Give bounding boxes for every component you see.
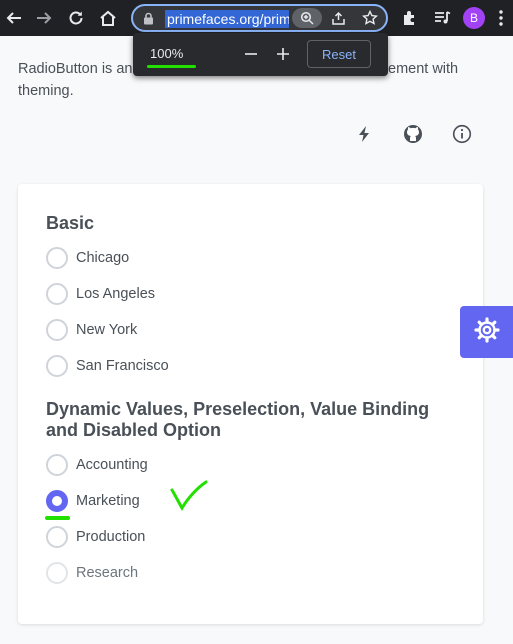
intro-line2: theming. <box>18 83 74 99</box>
radio-label: Accounting <box>76 457 148 473</box>
radio-option-chicago[interactable]: Chicago <box>46 246 129 270</box>
radio-button[interactable] <box>46 355 68 377</box>
forward-arrow-icon[interactable] <box>32 6 56 30</box>
annotation-underline <box>147 65 196 68</box>
intro-line1: RadioButton is an <box>18 61 133 77</box>
star-icon[interactable] <box>361 9 379 31</box>
radio-option-los-angeles[interactable]: Los Angeles <box>46 282 155 306</box>
radio-option-production[interactable]: Production <box>46 525 145 549</box>
radio-label: Production <box>76 529 146 545</box>
reset-zoom-button[interactable]: Reset <box>307 40 371 68</box>
radio-button-disabled <box>46 562 68 584</box>
intro-line1-end: ement with <box>388 61 459 77</box>
radio-label: Research <box>76 565 139 581</box>
radio-label: San Francisco <box>76 358 169 374</box>
info-icon[interactable] <box>451 123 473 145</box>
radio-button[interactable] <box>46 454 68 476</box>
zoom-popup: 100% Reset <box>133 33 388 76</box>
reload-icon[interactable] <box>64 6 88 30</box>
extensions-icon[interactable] <box>398 6 422 30</box>
radio-button-selected[interactable] <box>46 490 68 512</box>
radio-button[interactable] <box>46 526 68 548</box>
basic-section-title: Basic <box>46 213 95 233</box>
radio-label: Marketing <box>76 493 140 509</box>
browser-toolbar: primefaces.org/prim B <box>0 0 513 36</box>
annotation-checkmark-icon <box>170 480 210 517</box>
profile-avatar[interactable]: B <box>463 7 485 29</box>
lock-icon[interactable] <box>143 12 154 30</box>
radio-label: New York <box>76 322 138 338</box>
bolt-icon[interactable] <box>353 123 375 145</box>
dynamic-section-title: Dynamic Values, Preselection, Value Bind… <box>46 399 430 440</box>
zoom-icon[interactable] <box>292 8 322 28</box>
radio-option-marketing[interactable]: Marketing <box>46 489 140 513</box>
github-icon[interactable] <box>402 123 424 145</box>
menu-dots-icon[interactable] <box>489 6 513 30</box>
home-icon[interactable] <box>96 6 120 30</box>
back-arrow-icon[interactable] <box>2 6 26 30</box>
radio-option-san-francisco[interactable]: San Francisco <box>46 354 169 378</box>
radio-button[interactable] <box>46 283 68 305</box>
radio-label: Los Angeles <box>76 286 156 302</box>
radio-button[interactable] <box>46 319 68 341</box>
share-icon[interactable] <box>331 11 346 31</box>
config-gear-button[interactable] <box>460 306 513 358</box>
annotation-underline <box>45 516 70 520</box>
media-icon[interactable] <box>430 6 454 30</box>
radio-demo-card: Basic Chicago Los Angeles New York San F… <box>18 184 483 624</box>
url-text[interactable]: primefaces.org/prim <box>165 10 289 28</box>
radio-option-accounting[interactable]: Accounting <box>46 453 148 477</box>
zoom-level: 100% <box>150 46 184 61</box>
address-bar[interactable]: primefaces.org/prim <box>131 4 388 32</box>
radio-button[interactable] <box>46 247 68 269</box>
radio-option-research: Research <box>46 561 138 585</box>
zoom-out-button[interactable] <box>240 43 262 65</box>
radio-option-new-york[interactable]: New York <box>46 318 137 342</box>
zoom-in-button[interactable] <box>272 43 294 65</box>
gear-icon <box>473 316 501 349</box>
radio-label: Chicago <box>76 250 130 266</box>
